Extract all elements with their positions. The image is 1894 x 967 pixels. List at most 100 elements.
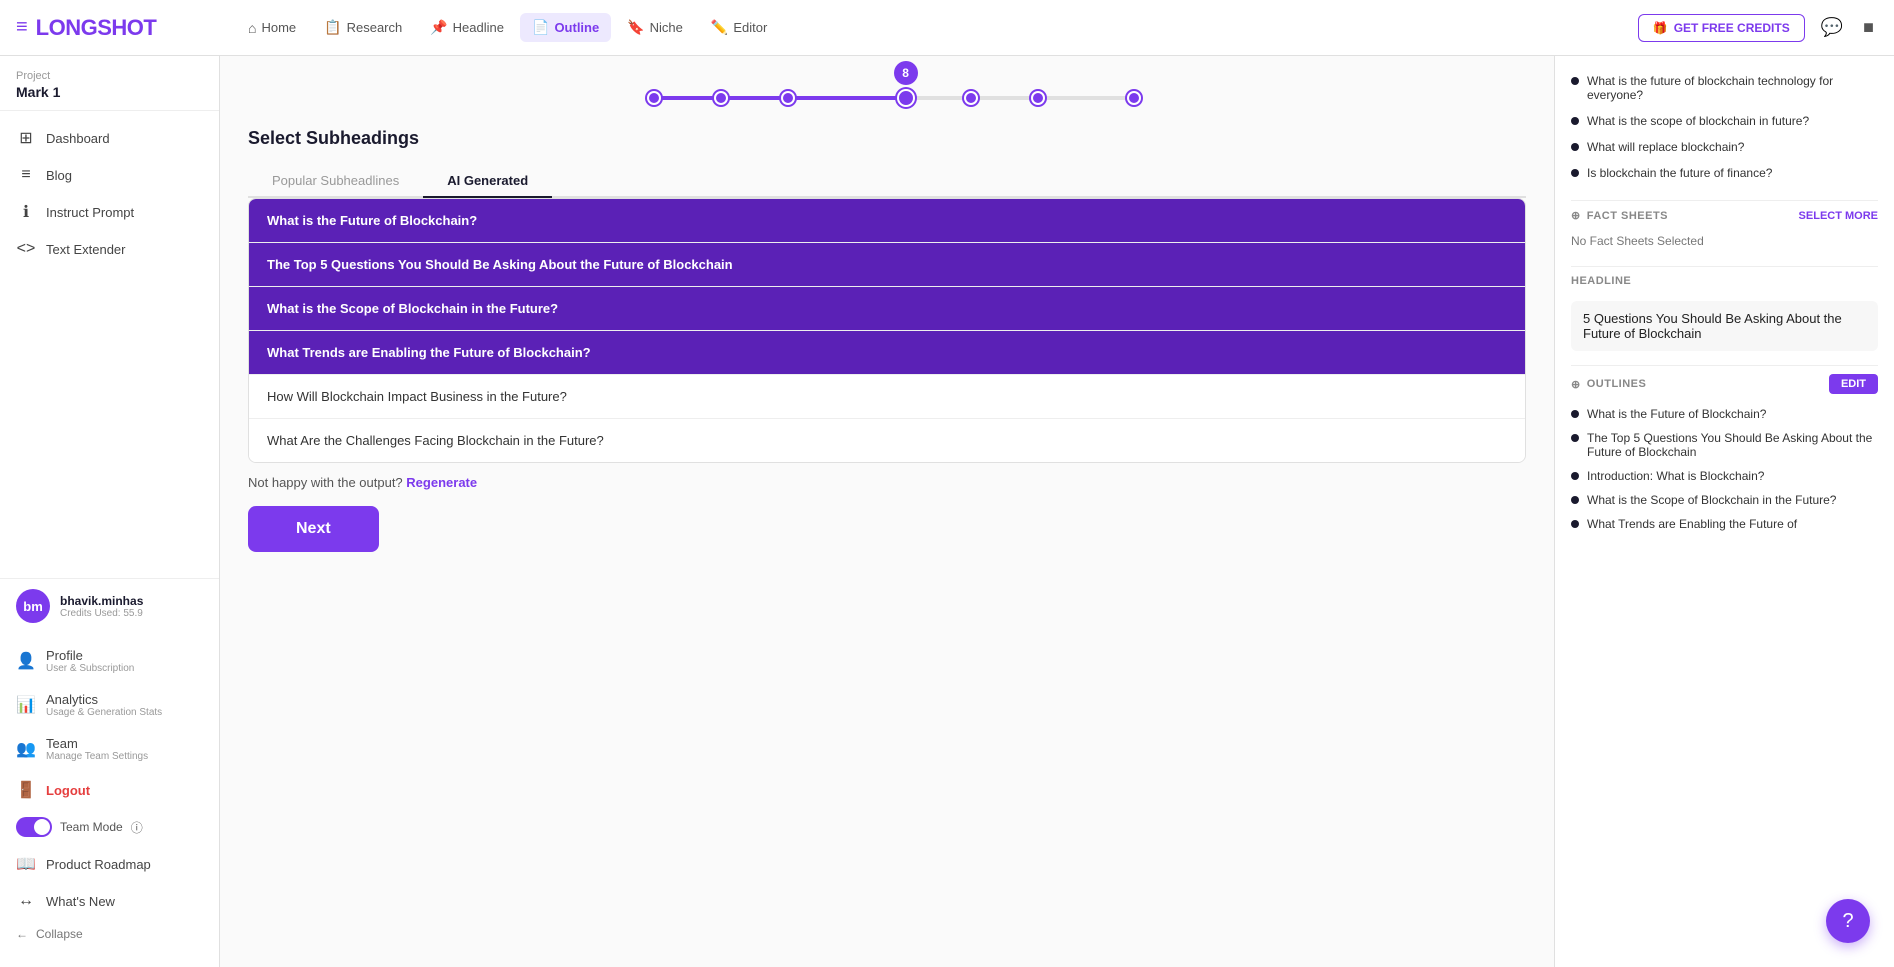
subheading-item-4[interactable]: What Trends are Enabling the Future of B… bbox=[249, 331, 1525, 375]
sidebar-item-text-extender-label: Text Extender bbox=[46, 242, 126, 257]
fact-sheets-icon: ⊕ bbox=[1571, 209, 1581, 222]
stepper-track: 8 bbox=[647, 96, 1127, 100]
next-button[interactable]: Next bbox=[248, 506, 379, 552]
not-happy-text: Not happy with the output? bbox=[248, 475, 403, 490]
outline-bullet-0 bbox=[1571, 410, 1579, 418]
subheading-item-6[interactable]: What Are the Challenges Facing Blockchai… bbox=[249, 419, 1525, 462]
nav-item-niche-label: Niche bbox=[650, 20, 683, 35]
step-dot-5 bbox=[964, 91, 978, 105]
main-content: 8 Select Subheadings Popular Subheadline… bbox=[220, 56, 1554, 967]
chat-icon-button[interactable]: 💬 bbox=[1817, 13, 1847, 42]
tab-popular[interactable]: Popular Subheadlines bbox=[248, 165, 423, 196]
team-icon: 👥 bbox=[16, 739, 36, 759]
blog-icon: ≡ bbox=[16, 166, 36, 184]
research-icon: 📋 bbox=[324, 19, 341, 36]
team-mode-toggle[interactable] bbox=[16, 817, 52, 837]
text-extender-icon: <> bbox=[16, 240, 36, 258]
bullet-dot-2 bbox=[1571, 143, 1579, 151]
profile-icon: 👤 bbox=[16, 651, 36, 671]
outline-bullet-1 bbox=[1571, 434, 1579, 442]
sidebar-item-text-extender[interactable]: <> Text Extender bbox=[0, 231, 219, 267]
outlines-icon: ⊕ bbox=[1571, 378, 1581, 391]
regenerate-row: Not happy with the output? Regenerate bbox=[248, 475, 1526, 490]
outline-text-0: What is the Future of Blockchain? bbox=[1587, 407, 1766, 421]
section-title: Select Subheadings bbox=[248, 128, 1526, 149]
subheading-item-2[interactable]: The Top 5 Questions You Should Be Asking… bbox=[249, 243, 1525, 287]
sidebar-item-logout[interactable]: 🚪 Logout bbox=[0, 771, 219, 809]
outline-item-4: What Trends are Enabling the Future of bbox=[1571, 512, 1878, 536]
profile-label: Profile bbox=[46, 648, 134, 663]
outline-text-3: What is the Scope of Blockchain in the F… bbox=[1587, 493, 1836, 507]
sidebar-item-dashboard-label: Dashboard bbox=[46, 131, 110, 146]
sidebar-item-profile[interactable]: 👤 Profile User & Subscription bbox=[0, 639, 219, 683]
nav-item-headline[interactable]: 📌 Headline bbox=[418, 13, 516, 42]
help-icon: ? bbox=[1842, 910, 1853, 933]
question-item-2: What will replace blockchain? bbox=[1571, 134, 1878, 160]
sidebar-item-instruct-prompt[interactable]: ℹ Instruct Prompt bbox=[0, 193, 219, 231]
sidebar-item-analytics[interactable]: 📊 Analytics Usage & Generation Stats bbox=[0, 683, 219, 727]
sidebar-item-whats-new[interactable]: ↔ What's New bbox=[0, 883, 219, 919]
settings-icon-button[interactable]: ■ bbox=[1859, 13, 1878, 42]
roadmap-icon: 📖 bbox=[16, 854, 36, 874]
logout-label: Logout bbox=[46, 783, 90, 798]
instruct-icon: ℹ bbox=[16, 202, 36, 222]
analytics-label: Analytics bbox=[46, 692, 162, 707]
edit-outlines-button[interactable]: EDIT bbox=[1829, 374, 1878, 394]
nav-item-outline[interactable]: 📄 Outline bbox=[520, 13, 611, 42]
tab-ai-generated[interactable]: AI Generated bbox=[423, 165, 552, 196]
nav-item-outline-label: Outline bbox=[554, 20, 599, 35]
subheading-item-3[interactable]: What is the Scope of Blockchain in the F… bbox=[249, 287, 1525, 331]
subheading-item-1[interactable]: What is the Future of Blockchain? bbox=[249, 199, 1525, 243]
outline-text-1: The Top 5 Questions You Should Be Asking… bbox=[1587, 431, 1878, 459]
nav-item-research-label: Research bbox=[347, 20, 403, 35]
editor-icon: ✏️ bbox=[711, 19, 728, 36]
sidebar-item-product-roadmap[interactable]: 📖 Product Roadmap bbox=[0, 845, 219, 883]
sidebar-item-team[interactable]: 👥 Team Manage Team Settings bbox=[0, 727, 219, 771]
content-area: 8 Select Subheadings Popular Subheadline… bbox=[220, 56, 1894, 967]
nav-item-niche[interactable]: 🔖 Niche bbox=[615, 13, 695, 42]
sidebar: Project Mark 1 ⊞ Dashboard ≡ Blog ℹ Inst… bbox=[0, 56, 220, 967]
right-panel: What is the future of blockchain technol… bbox=[1554, 56, 1894, 967]
headline-icon: 📌 bbox=[430, 19, 447, 36]
sidebar-item-dashboard[interactable]: ⊞ Dashboard bbox=[0, 119, 219, 157]
nav-item-editor[interactable]: ✏️ Editor bbox=[699, 13, 779, 42]
select-more-link[interactable]: SELECT MORE bbox=[1799, 210, 1878, 222]
fact-sheets-header: ⊕ FACT SHEETS SELECT MORE bbox=[1571, 200, 1878, 230]
subheading-item-5[interactable]: How Will Blockchain Impact Business in t… bbox=[249, 375, 1525, 419]
question-text-3: Is blockchain the future of finance? bbox=[1587, 166, 1772, 180]
headline-section-header: HEADLINE bbox=[1571, 266, 1878, 295]
question-item-0: What is the future of blockchain technol… bbox=[1571, 68, 1878, 108]
bullet-dot bbox=[1571, 77, 1579, 85]
team-sublabel: Manage Team Settings bbox=[46, 751, 148, 762]
credits-btn-label: GET FREE CREDITS bbox=[1674, 21, 1790, 35]
home-icon: ⌂ bbox=[248, 20, 256, 36]
sidebar-bottom-nav: 👤 Profile User & Subscription 📊 Analytic… bbox=[0, 633, 219, 955]
sidebar-item-instruct-label: Instruct Prompt bbox=[46, 205, 134, 220]
help-fab-button[interactable]: ? bbox=[1826, 899, 1870, 943]
regenerate-link[interactable]: Regenerate bbox=[406, 475, 477, 490]
collapse-row[interactable]: ← Collapse bbox=[0, 919, 219, 949]
team-mode-info-icon: ⓘ bbox=[131, 819, 143, 836]
sidebar-item-blog[interactable]: ≡ Blog bbox=[0, 157, 219, 193]
nav-item-research[interactable]: 📋 Research bbox=[312, 13, 414, 42]
analytics-sublabel: Usage & Generation Stats bbox=[46, 707, 162, 718]
outline-bullet-4 bbox=[1571, 520, 1579, 528]
project-label: Project bbox=[16, 70, 203, 82]
nav-item-home[interactable]: ⌂ Home bbox=[236, 14, 308, 42]
logo-text: LONGSHOT bbox=[36, 15, 157, 41]
product-roadmap-label: Product Roadmap bbox=[46, 857, 151, 872]
headline-text: 5 Questions You Should Be Asking About t… bbox=[1571, 301, 1878, 351]
fact-sheets-section: ⊕ FACT SHEETS SELECT MORE No Fact Sheets… bbox=[1571, 200, 1878, 252]
subheadings-list: What is the Future of Blockchain? The To… bbox=[248, 198, 1526, 463]
question-text-1: What is the scope of blockchain in futur… bbox=[1587, 114, 1809, 128]
user-info: bhavik.minhas Credits Used: 55.9 bbox=[60, 594, 203, 619]
whats-new-label: What's New bbox=[46, 894, 115, 909]
nav-item-home-label: Home bbox=[261, 20, 296, 35]
main-layout: Project Mark 1 ⊞ Dashboard ≡ Blog ℹ Inst… bbox=[0, 56, 1894, 967]
step-dot-current: 8 bbox=[897, 89, 915, 107]
outlines-list: What is the Future of Blockchain? The To… bbox=[1571, 402, 1878, 536]
headline-label: HEADLINE bbox=[1571, 275, 1631, 287]
get-credits-button[interactable]: 🎁 GET FREE CREDITS bbox=[1638, 14, 1805, 42]
outline-item-3: What is the Scope of Blockchain in the F… bbox=[1571, 488, 1878, 512]
question-item-1: What is the scope of blockchain in futur… bbox=[1571, 108, 1878, 134]
